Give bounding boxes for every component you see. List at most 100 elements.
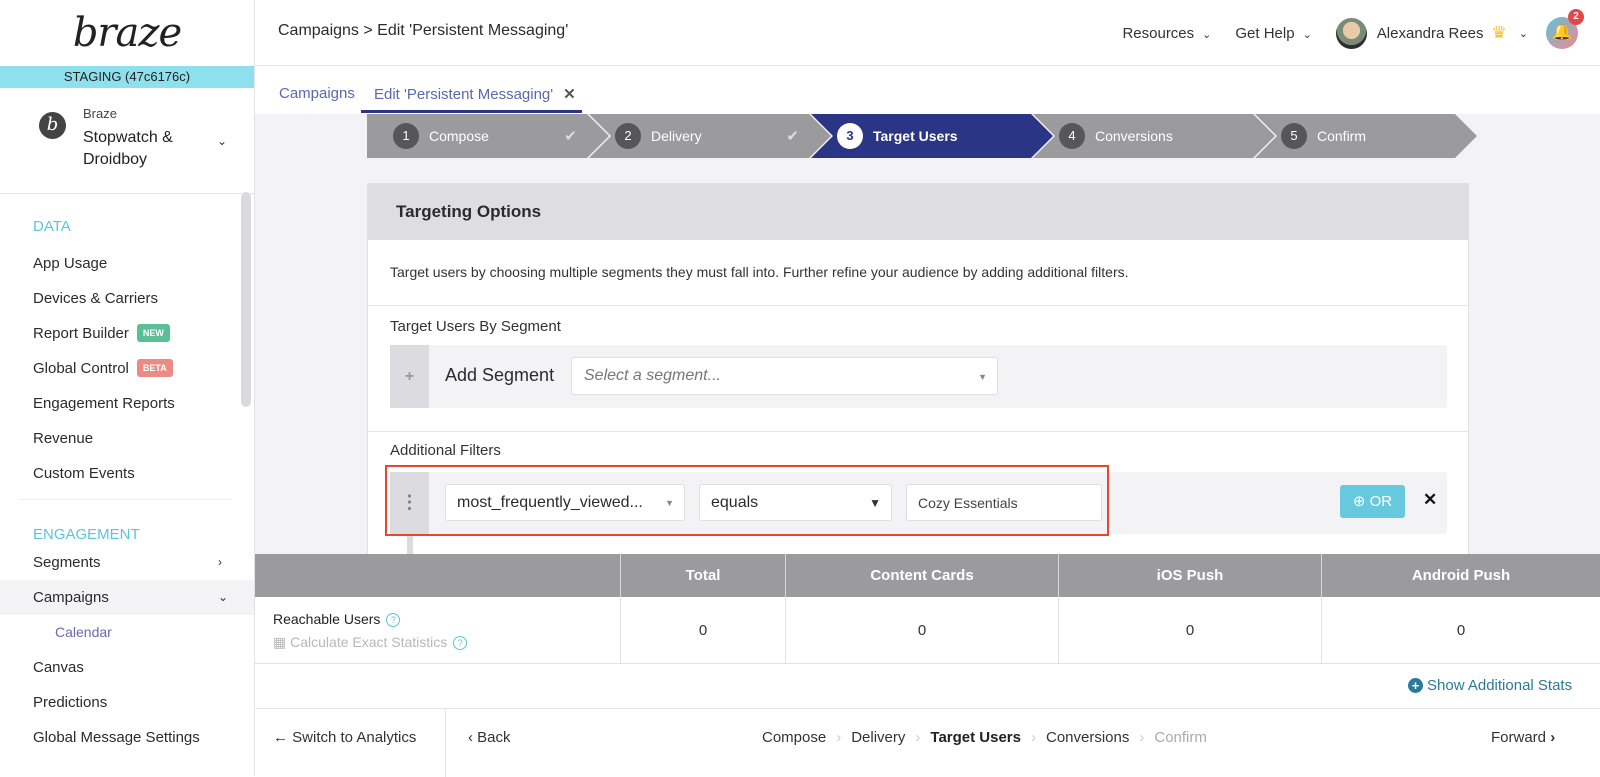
show-additional-stats-link[interactable]: + Show Additional Stats bbox=[1408, 677, 1572, 694]
step-conversions[interactable]: 4 Conversions bbox=[1033, 114, 1275, 158]
label: Global Message Settings bbox=[33, 729, 200, 746]
chevron-right-icon: › bbox=[1139, 729, 1145, 746]
chevron-right-icon: › bbox=[836, 729, 842, 746]
targeting-options-card: Targeting Options Target users by choosi… bbox=[367, 183, 1469, 554]
chevron-down-icon: ⌄ bbox=[1302, 28, 1312, 41]
sidebar-item-global-control[interactable]: Global Control BETA bbox=[0, 351, 254, 386]
tab-campaigns[interactable]: Campaigns bbox=[279, 85, 355, 102]
sidebar-item-segments[interactable]: Segments › bbox=[0, 545, 254, 580]
filter-value-input[interactable]: Cozy Essentials bbox=[906, 484, 1102, 521]
filter-attribute-select[interactable]: most_frequently_viewed... ▼ bbox=[445, 484, 685, 521]
back-button[interactable]: ‹ Back bbox=[468, 729, 511, 746]
label: Engagement Reports bbox=[33, 395, 175, 412]
company-name-line2: Droidboy bbox=[83, 151, 148, 168]
sidebar-item-report-builder[interactable]: Report Builder NEW bbox=[0, 316, 254, 351]
calculator-icon: ▦ bbox=[273, 634, 287, 650]
remove-filter-icon[interactable]: ✕ bbox=[1423, 490, 1437, 510]
chevron-right-icon: › bbox=[1030, 729, 1036, 746]
step-number: 4 bbox=[1059, 123, 1085, 149]
sidebar-item-engagement-reports[interactable]: Engagement Reports bbox=[0, 386, 254, 421]
help-icon[interactable]: ? bbox=[386, 613, 401, 627]
crumb-confirm[interactable]: Confirm bbox=[1154, 729, 1207, 746]
step-number: 5 bbox=[1281, 123, 1307, 149]
chevron-right-icon: › bbox=[1550, 729, 1556, 746]
chevron-right-icon: › bbox=[218, 555, 222, 569]
crumb-target-users[interactable]: Target Users bbox=[930, 729, 1021, 746]
close-icon[interactable]: ✕ bbox=[563, 86, 576, 103]
label: Resources bbox=[1122, 24, 1195, 42]
sidebar-item-app-usage[interactable]: App Usage bbox=[0, 246, 254, 281]
breadcrumb: Campaigns > Edit 'Persistent Messaging' bbox=[278, 22, 569, 39]
calculate-exact-statistics-link[interactable]: ▦ Calculate Exact Statistics? bbox=[273, 634, 468, 651]
get-help-menu[interactable]: Get Help ⌄ bbox=[1235, 25, 1311, 42]
sidebar-scrollbar[interactable] bbox=[241, 192, 251, 407]
step-target-users[interactable]: 3 Target Users bbox=[811, 114, 1053, 158]
segment-select[interactable]: Select a segment... ▼ bbox=[571, 357, 998, 395]
plus-icon[interactable]: + bbox=[390, 345, 429, 408]
table-header-content-cards: Content Cards bbox=[786, 554, 1059, 597]
sidebar-item-custom-events[interactable]: Custom Events bbox=[0, 456, 254, 491]
help-icon[interactable]: ? bbox=[453, 636, 468, 650]
filter-operator-value: equals bbox=[711, 494, 759, 511]
add-or-filter-button[interactable]: ⊕ OR bbox=[1340, 485, 1405, 518]
label: Show Additional Stats bbox=[1427, 677, 1573, 694]
android-push-value: 0 bbox=[1322, 597, 1600, 664]
tab-edit-campaign[interactable]: Edit 'Persistent Messaging' ✕ bbox=[361, 85, 582, 113]
sidebar-item-devices-carriers[interactable]: Devices & Carriers bbox=[0, 281, 254, 316]
resources-menu[interactable]: Resources ⌄ bbox=[1122, 25, 1211, 42]
step-wizard: 1 Compose ✔ 2 Delivery ✔ 3 Target Users 4 Conv… bbox=[367, 114, 1477, 158]
user-name[interactable]: Alexandra Rees bbox=[1377, 25, 1484, 42]
footer-breadcrumb: Compose › Delivery › Target Users › Conversion… bbox=[762, 729, 1207, 746]
sidebar-item-campaigns[interactable]: Campaigns ⌄ bbox=[0, 580, 254, 615]
avatar[interactable] bbox=[1335, 17, 1367, 49]
chevron-down-icon[interactable]: ⌄ bbox=[1519, 27, 1528, 40]
label: Switch to Analytics bbox=[292, 729, 417, 746]
content-cards-value: 0 bbox=[786, 597, 1059, 664]
step-confirm[interactable]: 5 Confirm bbox=[1255, 114, 1477, 158]
filter-operator-select[interactable]: equals ▼ bbox=[699, 484, 892, 521]
step-label: Target Users bbox=[873, 128, 958, 144]
braze-logo[interactable]: braze bbox=[0, 0, 254, 66]
drag-handle-icon[interactable]: ⋮ bbox=[390, 472, 429, 534]
divider bbox=[445, 709, 446, 777]
table-header-ios-push: iOS Push bbox=[1059, 554, 1322, 597]
total-value: 0 bbox=[621, 597, 786, 664]
sidebar-item-global-message-settings[interactable]: Global Message Settings bbox=[0, 720, 254, 755]
caret-down-icon: ▼ bbox=[978, 372, 987, 382]
sidebar-item-canvas[interactable]: Canvas bbox=[0, 650, 254, 685]
segment-section-title: Target Users By Segment bbox=[390, 318, 561, 335]
divider bbox=[368, 431, 1468, 432]
notifications-button[interactable]: 🔔 2 bbox=[1546, 9, 1584, 49]
company-switcher[interactable]: b Braze Stopwatch & Droidboy ⌄ bbox=[0, 88, 254, 194]
label: Forward bbox=[1491, 729, 1547, 746]
check-icon: ✔ bbox=[564, 128, 577, 145]
sidebar: braze STAGING (47c6176c) b Braze Stopwat… bbox=[0, 0, 255, 776]
company-name-line1: Stopwatch & bbox=[83, 129, 173, 146]
chevron-down-icon[interactable]: ⌄ bbox=[217, 134, 227, 148]
caret-down-icon: ▼ bbox=[869, 496, 881, 510]
segment-placeholder: Select a segment... bbox=[584, 367, 721, 384]
sidebar-item-predictions[interactable]: Predictions bbox=[0, 685, 254, 720]
crumb-compose[interactable]: Compose bbox=[762, 729, 826, 746]
step-label: Delivery bbox=[651, 128, 702, 144]
beta-badge: BETA bbox=[136, 359, 173, 377]
company-brand: Braze bbox=[83, 106, 117, 121]
plus-circle-icon: ⊕ bbox=[1352, 493, 1366, 510]
caret-down-icon: ▼ bbox=[665, 498, 674, 508]
crumb-conversions[interactable]: Conversions bbox=[1046, 729, 1129, 746]
forward-button[interactable]: Forward › bbox=[1491, 729, 1555, 746]
table-header-total: Total bbox=[621, 554, 786, 597]
crumb-delivery[interactable]: Delivery bbox=[851, 729, 905, 746]
step-compose[interactable]: 1 Compose ✔ bbox=[367, 114, 609, 158]
step-delivery[interactable]: 2 Delivery ✔ bbox=[589, 114, 831, 158]
switch-to-analytics-button[interactable]: ← Switch to Analytics bbox=[273, 729, 416, 746]
label: Campaigns bbox=[33, 589, 109, 606]
filter-value-text: Cozy Essentials bbox=[918, 495, 1018, 511]
chevron-down-icon: ⌄ bbox=[218, 590, 229, 604]
plus-circle-icon: + bbox=[1408, 678, 1423, 693]
sidebar-item-revenue[interactable]: Revenue bbox=[0, 421, 254, 456]
sidebar-subitem-calendar[interactable]: Calendar bbox=[0, 615, 254, 650]
label: Segments bbox=[33, 554, 101, 571]
label: Get Help bbox=[1235, 24, 1295, 42]
environment-banner: STAGING (47c6176c) bbox=[0, 66, 254, 88]
